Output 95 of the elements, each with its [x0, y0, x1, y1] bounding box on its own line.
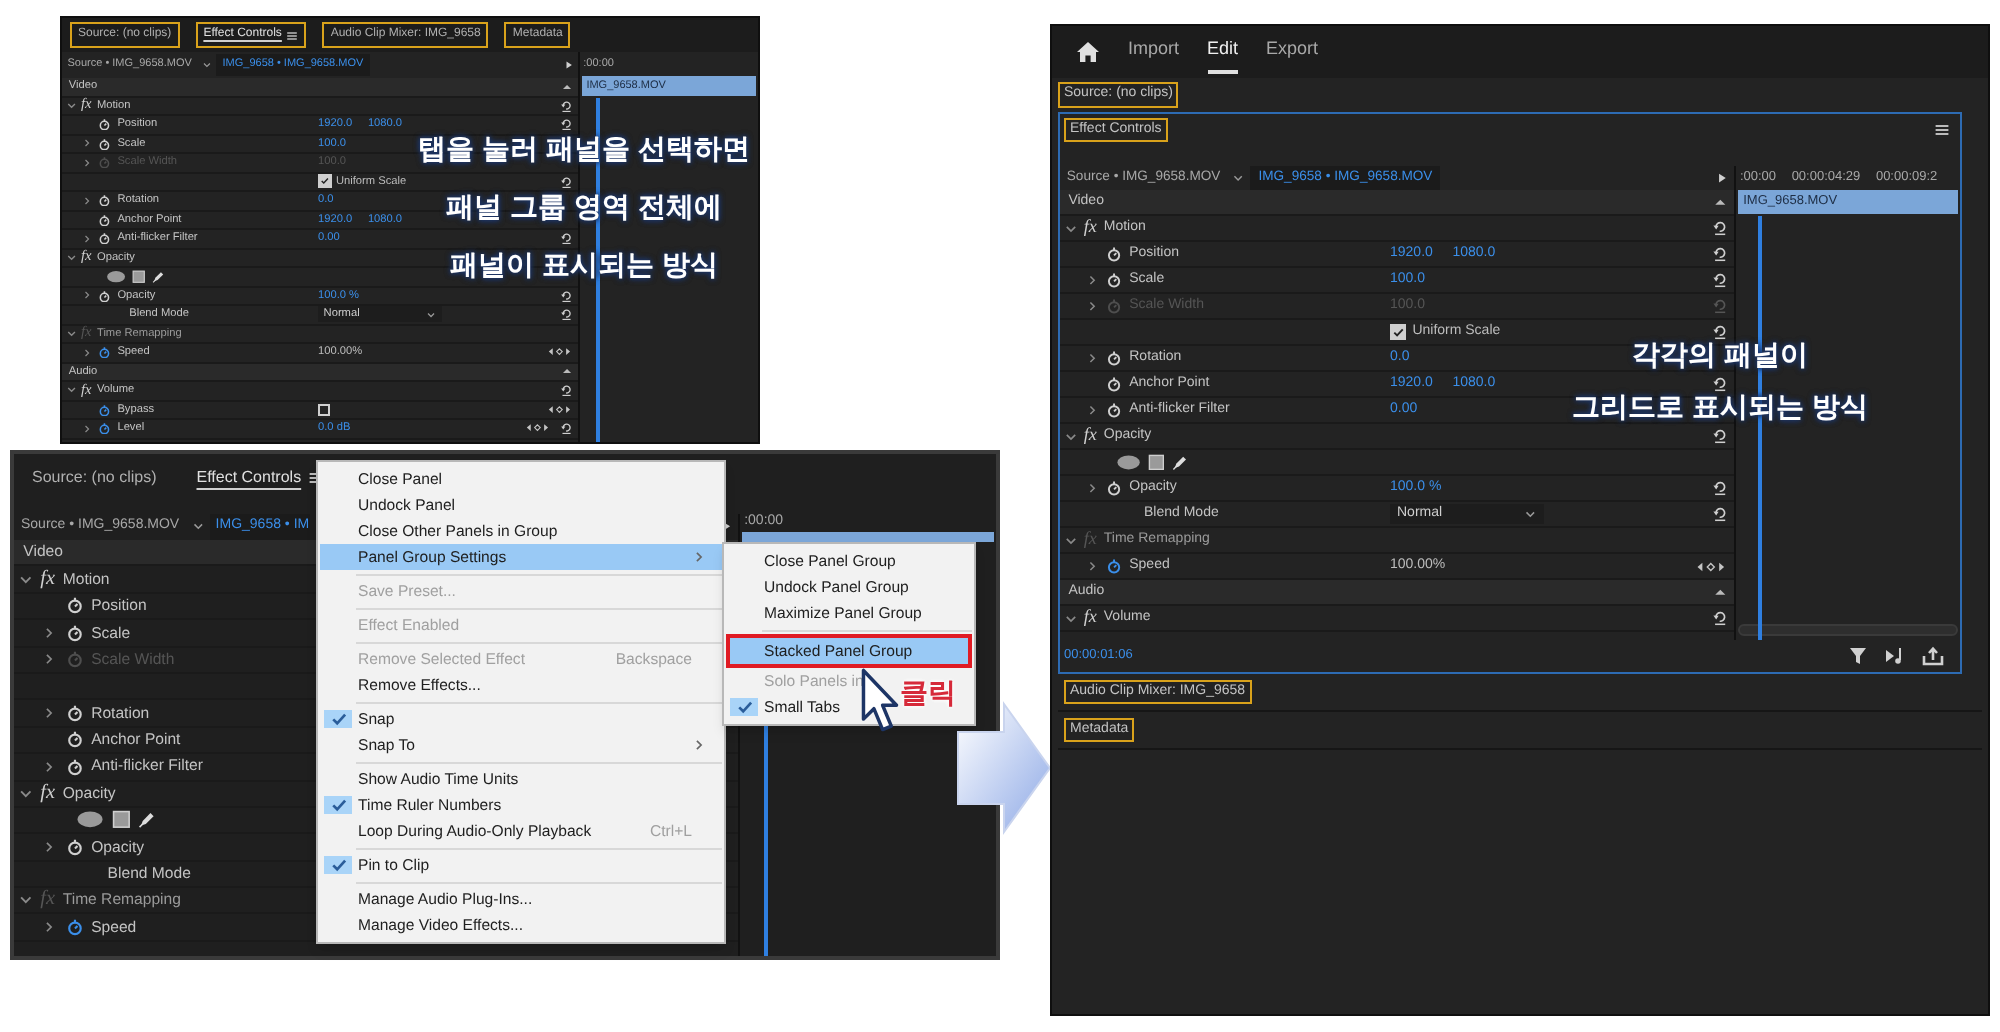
stopwatch-icon[interactable]: [1106, 375, 1123, 393]
check-icon: [735, 698, 753, 716]
panel-tab[interactable]: Source: (no clips): [26, 462, 163, 494]
rectangle-mask-icon[interactable]: [112, 810, 131, 830]
play-icon[interactable]: [1716, 171, 1729, 185]
chevron-down-icon[interactable]: [18, 571, 35, 587]
stopwatch-icon[interactable]: [65, 730, 84, 749]
chevron-right-icon[interactable]: [42, 759, 57, 774]
chevron-down-icon[interactable]: [201, 60, 212, 70]
fx-badge[interactable]: fx: [1083, 426, 1097, 446]
filter-icon[interactable]: [1848, 646, 1868, 666]
stopwatch-icon[interactable]: [1106, 557, 1123, 575]
check-icon: [320, 176, 330, 187]
check-icon: [1392, 325, 1405, 339]
chevron-right-icon[interactable]: [82, 290, 93, 301]
fx-badge[interactable]: fx: [1083, 218, 1097, 238]
collapse-icon[interactable]: [1714, 585, 1727, 599]
play-icon[interactable]: [563, 60, 574, 70]
workspace-tab[interactable]: Export: [1266, 30, 1319, 74]
chevron-down-icon[interactable]: [1064, 533, 1079, 547]
stopwatch-icon[interactable]: [65, 918, 84, 937]
home-icon[interactable]: [1076, 40, 1100, 64]
pen-icon[interactable]: [151, 269, 165, 284]
stopwatch-icon[interactable]: [1106, 245, 1123, 263]
right-arrow-icon: [956, 700, 1052, 836]
stopwatch-icon[interactable]: [65, 757, 84, 776]
check-icon: [329, 796, 347, 814]
fx-badge[interactable]: fx: [1083, 608, 1097, 628]
chevron-down-icon[interactable]: [191, 520, 205, 534]
keyframe-navigator-icon[interactable]: [545, 403, 573, 416]
ellipse-mask-icon[interactable]: [106, 269, 127, 284]
chevron-right-icon[interactable]: [42, 839, 57, 854]
stopwatch-icon[interactable]: [98, 346, 112, 359]
chevron-right-icon[interactable]: [42, 625, 57, 640]
stopwatch-icon[interactable]: [1106, 479, 1123, 497]
zoom-scrollbar[interactable]: [1738, 624, 1958, 636]
stopwatch-icon[interactable]: [98, 422, 112, 435]
ellipse-mask-icon[interactable]: [1116, 453, 1142, 471]
click-label: 클릭: [900, 674, 956, 710]
chevron-right-icon[interactable]: [42, 706, 57, 721]
fx-badge[interactable]: fx: [40, 569, 55, 590]
collapse-icon[interactable]: [562, 81, 573, 92]
chevron-down-icon[interactable]: [18, 892, 35, 909]
chevron-down-icon[interactable]: [1064, 221, 1079, 235]
menu-icon[interactable]: [286, 29, 299, 41]
chevron-down-icon[interactable]: [65, 99, 77, 112]
chevron-right-icon[interactable]: [42, 920, 57, 935]
clip-bar[interactable]: [742, 532, 994, 542]
pen-icon[interactable]: [1171, 453, 1189, 471]
chevron-down-icon[interactable]: [1064, 429, 1079, 443]
chevron-right-icon[interactable]: [82, 423, 93, 434]
chevron-right-icon[interactable]: [82, 347, 93, 358]
chevron-down-icon: [425, 309, 436, 320]
stopwatch-icon[interactable]: [98, 403, 112, 416]
chevron-down-icon[interactable]: [18, 785, 35, 802]
menu-icon[interactable]: [1934, 122, 1950, 138]
checkbox[interactable]: [318, 403, 331, 416]
play-audio-icon[interactable]: [1884, 646, 1906, 666]
keyframe-navigator-icon[interactable]: [545, 346, 573, 359]
checkbox[interactable]: [318, 174, 332, 189]
stopwatch-icon[interactable]: [1106, 401, 1123, 419]
chevron-down-icon[interactable]: [1232, 171, 1245, 185]
check-icon: [329, 856, 347, 874]
stopwatch-icon[interactable]: [65, 596, 84, 615]
checkbox[interactable]: [1390, 323, 1407, 341]
chevron-right-icon[interactable]: [82, 138, 93, 149]
collapse-icon[interactable]: [1714, 195, 1727, 209]
chevron-down-icon[interactable]: [65, 251, 77, 264]
pen-icon[interactable]: [138, 810, 158, 830]
ellipse-mask-icon[interactable]: [76, 810, 105, 830]
chevron-right-icon[interactable]: [82, 195, 93, 206]
chevron-down-icon: [1524, 507, 1537, 521]
chevron-right-icon[interactable]: [1085, 559, 1098, 573]
chevron-right-icon[interactable]: [1085, 273, 1098, 287]
chevron-down-icon[interactable]: [1064, 611, 1079, 625]
collapse-icon[interactable]: [562, 366, 573, 377]
stopwatch-icon[interactable]: [1106, 349, 1123, 367]
chevron-right-icon[interactable]: [1085, 351, 1098, 365]
export-icon[interactable]: [1922, 646, 1944, 666]
cursor-icon: [860, 664, 900, 736]
chevron-right-icon[interactable]: [82, 233, 93, 244]
workspace-tab[interactable]: Import: [1128, 30, 1180, 74]
chevron-down-icon[interactable]: [65, 327, 77, 340]
keyframe-navigator-icon[interactable]: [524, 422, 552, 435]
fx-badge[interactable]: fx: [40, 783, 55, 804]
rectangle-mask-icon[interactable]: [1148, 453, 1165, 471]
stopwatch-icon[interactable]: [65, 623, 84, 642]
check-icon: [329, 710, 347, 728]
stopwatch-icon[interactable]: [1106, 271, 1123, 289]
keyframe-navigator-icon[interactable]: [1693, 559, 1727, 573]
rectangle-mask-icon[interactable]: [132, 269, 146, 284]
chevron-right-icon[interactable]: [1085, 403, 1098, 417]
chevron-right-icon[interactable]: [1085, 481, 1098, 495]
workspace-tab[interactable]: Edit: [1207, 30, 1239, 74]
chevron-down-icon[interactable]: [65, 384, 77, 397]
